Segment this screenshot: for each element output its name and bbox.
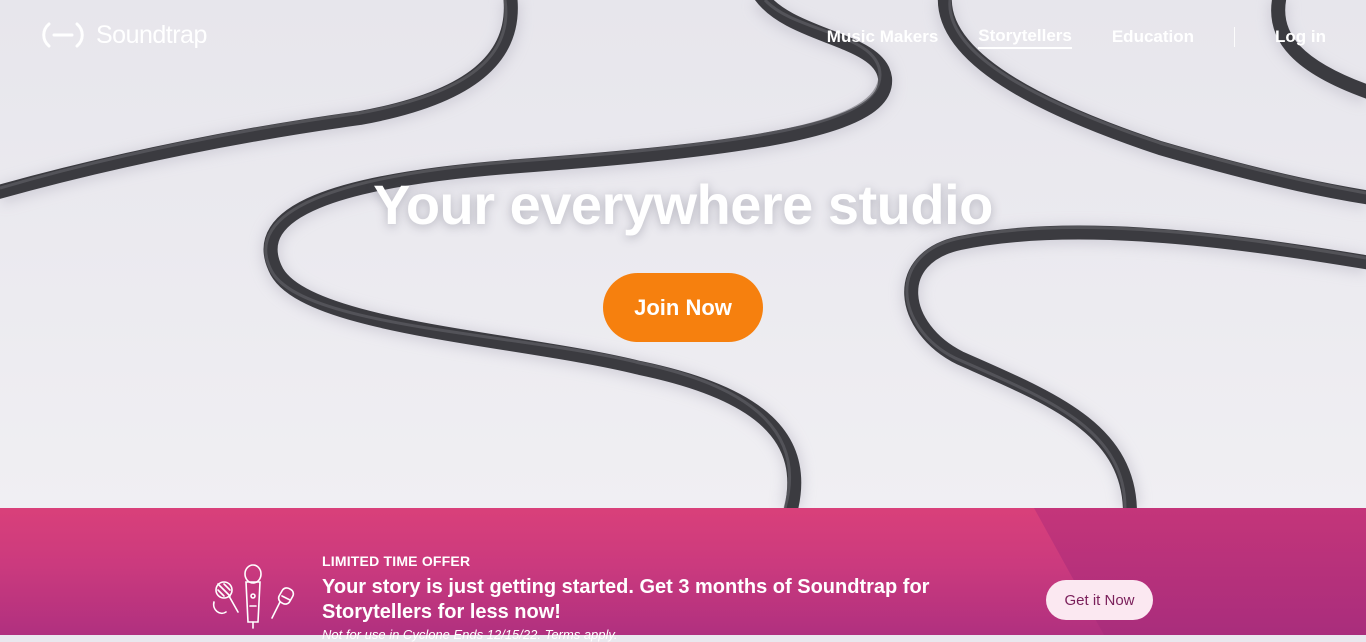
join-now-button[interactable]: Join Now [603,273,763,342]
cable-background-image [0,0,1366,508]
login-link[interactable]: Log in [1275,27,1326,47]
nav-item-music-makers[interactable]: Music Makers [827,27,939,47]
get-it-now-button[interactable]: Get it Now [1046,580,1153,620]
nav-divider [1234,27,1236,47]
soundtrap-logo-icon [40,22,86,48]
nav-item-storytellers[interactable]: Storytellers [978,26,1072,49]
hero-section: Soundtrap Music Makers Storytellers Educ… [0,0,1366,508]
microphones-icon [210,562,300,637]
top-navigation: Music Makers Storytellers Education Log … [827,26,1366,49]
brand-logo[interactable]: Soundtrap [40,20,207,50]
offer-kicker: LIMITED TIME OFFER [322,553,471,569]
brand-name: Soundtrap [96,20,207,49]
hero-headline: Your everywhere studio [373,173,993,236]
offer-headline: Your story is just getting started. Get … [322,576,930,623]
nav-item-education[interactable]: Education [1112,27,1194,47]
